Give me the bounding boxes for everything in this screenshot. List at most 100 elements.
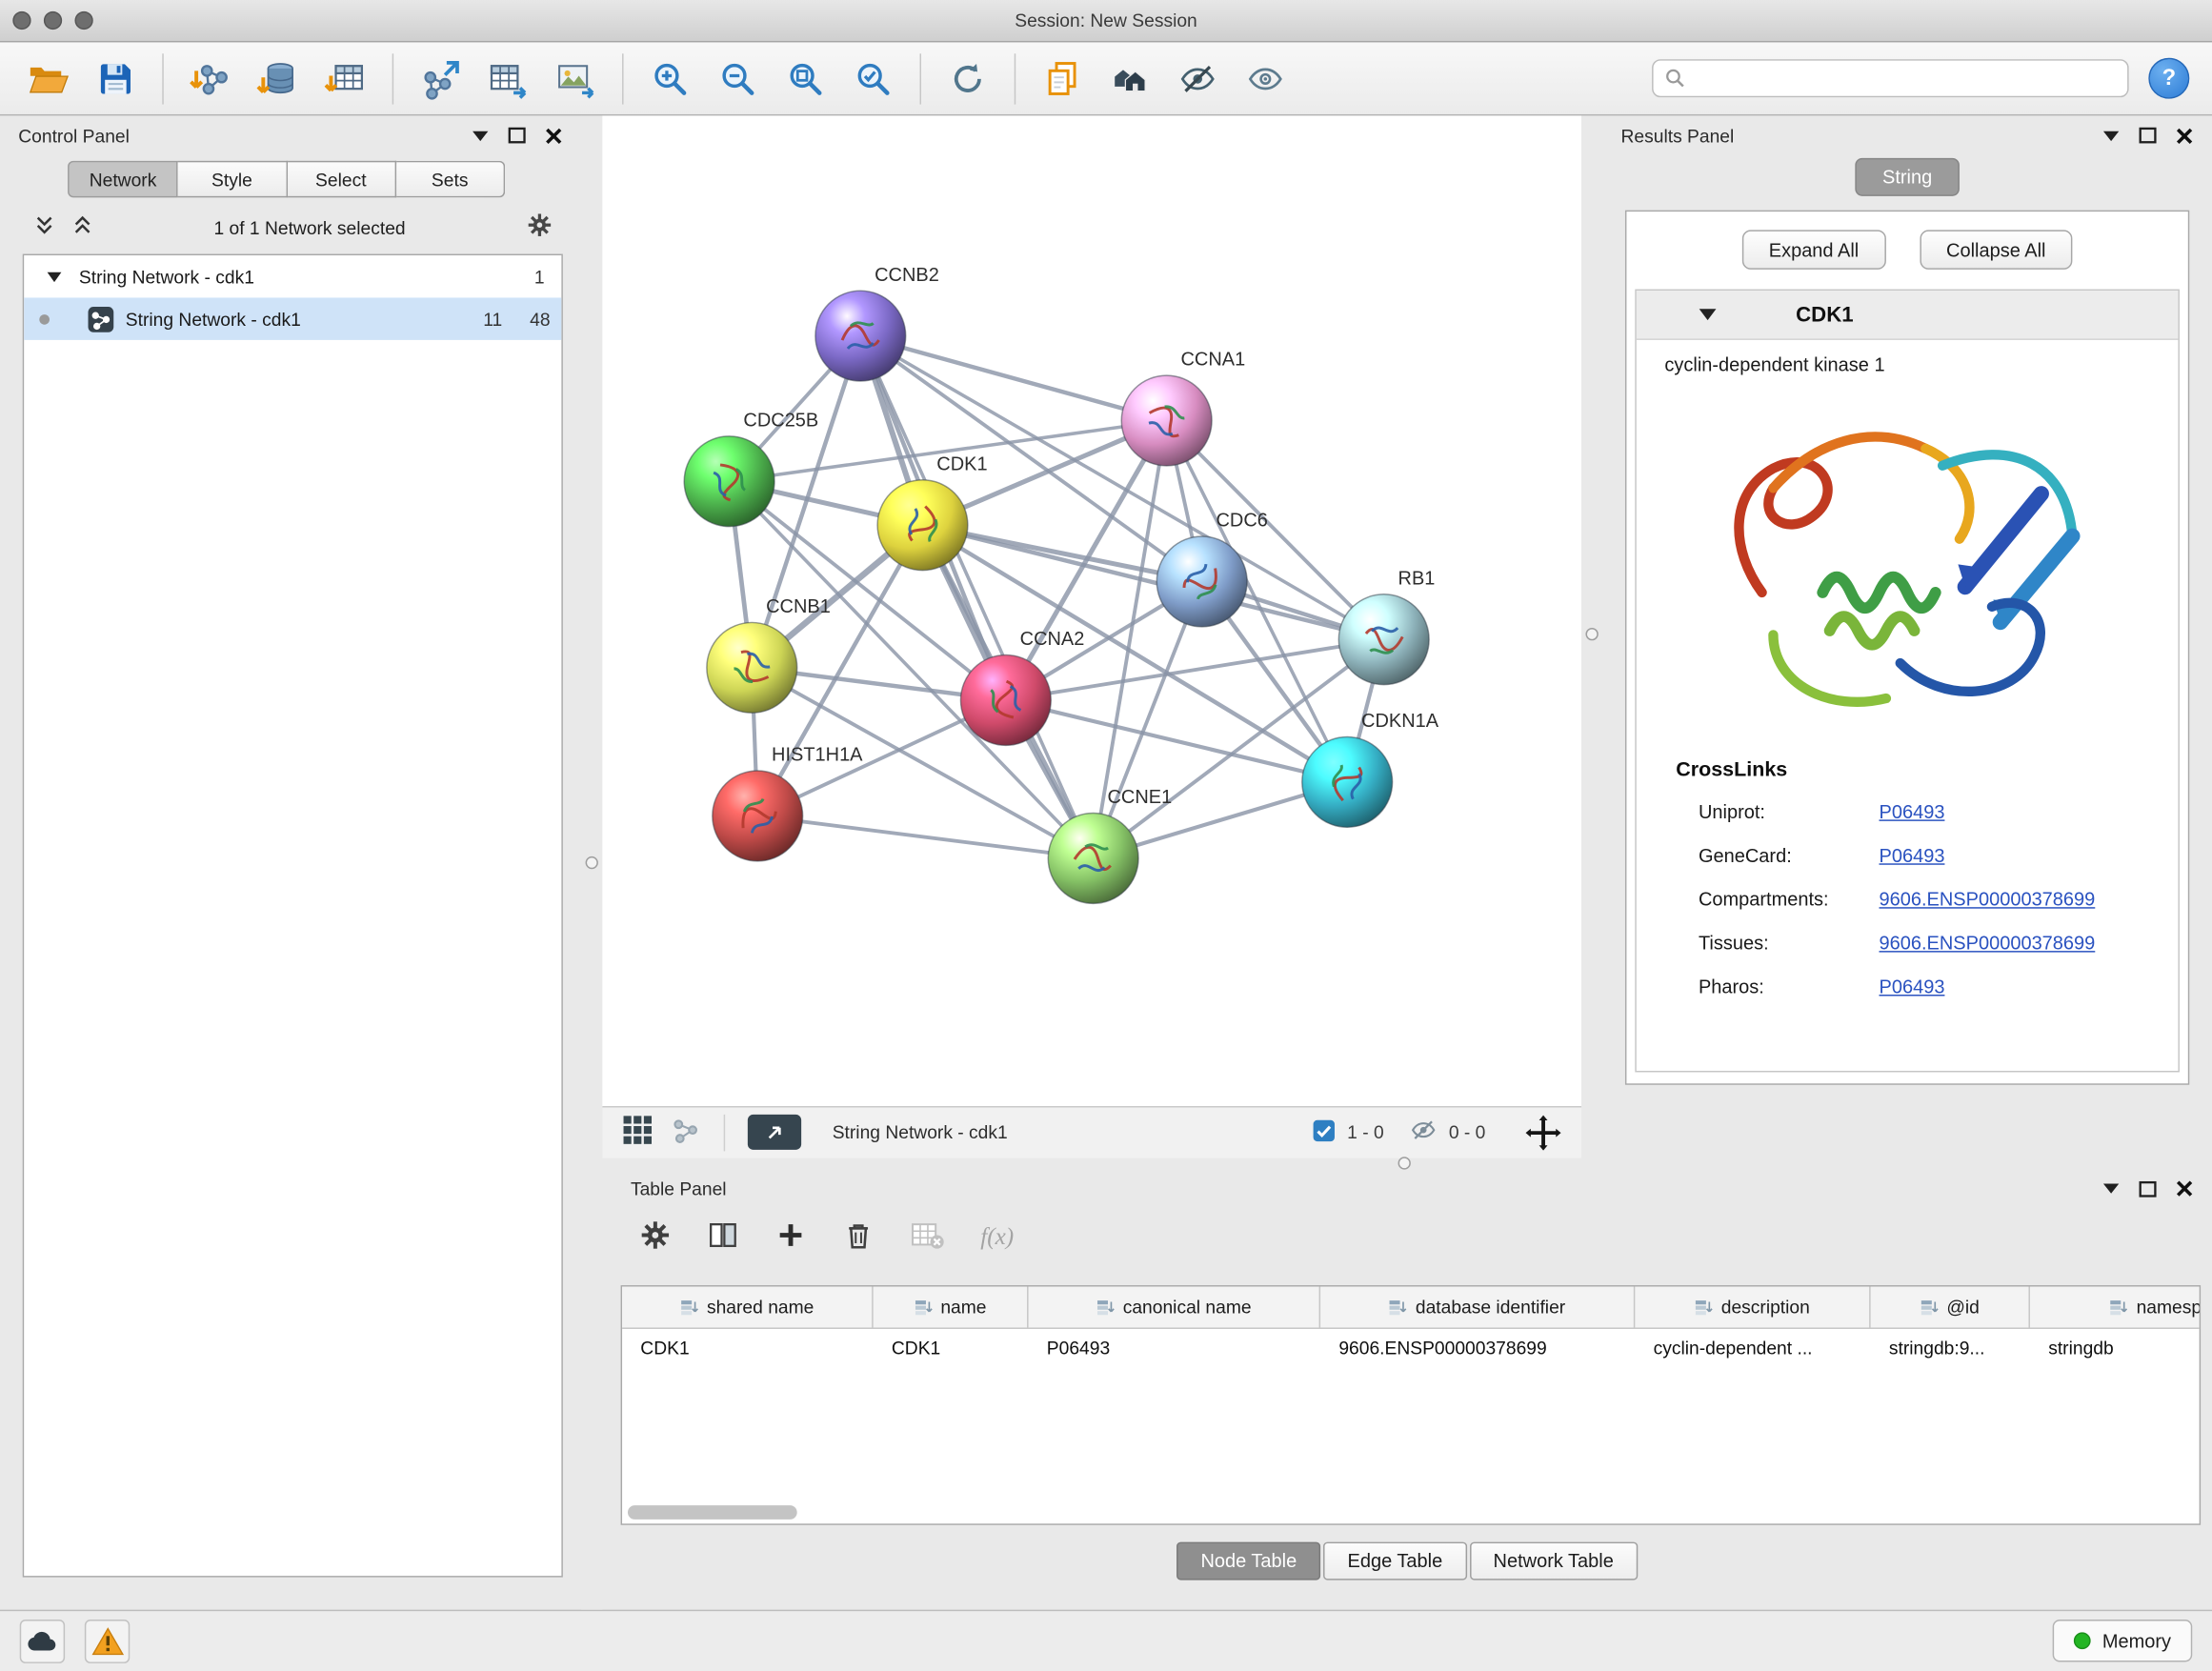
network-collection-row[interactable]: String Network - cdk1 1 bbox=[24, 255, 561, 297]
network-options-gear-icon[interactable] bbox=[526, 211, 553, 243]
network-node[interactable] bbox=[707, 622, 797, 713]
results-tab-string[interactable]: String bbox=[1856, 158, 1960, 196]
show-columns-icon[interactable] bbox=[707, 1218, 739, 1256]
string-view-icon[interactable] bbox=[670, 1115, 701, 1150]
network-node[interactable] bbox=[1048, 813, 1138, 903]
gene-section-header[interactable]: CDK1 bbox=[1637, 291, 2179, 340]
hidden-eye-icon[interactable] bbox=[1409, 1117, 1438, 1147]
disclosure-triangle-icon[interactable] bbox=[1699, 304, 1717, 325]
grid-view-icon[interactable] bbox=[622, 1115, 654, 1150]
network-node[interactable] bbox=[713, 771, 803, 861]
zoom-out-button[interactable] bbox=[713, 50, 763, 107]
crosslink-link[interactable]: 9606.ENSP00000378699 bbox=[1880, 889, 2096, 910]
horizontal-scrollbar-thumb[interactable] bbox=[628, 1504, 797, 1519]
crosslink-link[interactable]: 9606.ENSP00000378699 bbox=[1880, 933, 2096, 954]
crosslink-link[interactable]: P06493 bbox=[1880, 976, 1945, 997]
create-column-icon[interactable] bbox=[774, 1218, 807, 1256]
splitter-handle[interactable] bbox=[1398, 1157, 1411, 1169]
tab-edge-table[interactable]: Edge Table bbox=[1323, 1541, 1466, 1580]
splitter-handle[interactable] bbox=[586, 856, 598, 869]
network-node[interactable] bbox=[815, 291, 906, 381]
cell-description[interactable]: cyclin-dependent ... bbox=[1635, 1338, 1870, 1359]
collapse-all-icon[interactable] bbox=[34, 214, 55, 240]
cell-database-identifier[interactable]: 9606.ENSP00000378699 bbox=[1320, 1338, 1635, 1359]
delete-column-icon[interactable] bbox=[842, 1218, 875, 1256]
close-panel-icon[interactable] bbox=[2175, 127, 2193, 145]
cell-name[interactable]: CDK1 bbox=[874, 1338, 1029, 1359]
network-node[interactable] bbox=[960, 655, 1051, 746]
close-panel-icon[interactable] bbox=[2175, 1179, 2193, 1198]
cell-canonical-name[interactable]: P06493 bbox=[1029, 1338, 1321, 1359]
disclosure-triangle-icon[interactable] bbox=[47, 266, 62, 287]
tab-style[interactable]: Style bbox=[178, 161, 287, 198]
float-panel-icon[interactable] bbox=[2139, 1180, 2157, 1198]
column-header[interactable]: name bbox=[874, 1286, 1029, 1327]
horizontal-splitter[interactable] bbox=[602, 1158, 2212, 1169]
network-row[interactable]: String Network - cdk1 11 48 bbox=[24, 297, 561, 339]
panel-menu-icon[interactable] bbox=[2101, 129, 2120, 141]
home-button[interactable] bbox=[1105, 50, 1156, 107]
function-builder-button[interactable]: f(x) bbox=[980, 1222, 1014, 1251]
left-splitter[interactable] bbox=[581, 115, 602, 1608]
help-button[interactable]: ? bbox=[2148, 58, 2189, 99]
cell-id[interactable]: stringdb:9... bbox=[1871, 1338, 2030, 1359]
tab-node-table[interactable]: Node Table bbox=[1176, 1541, 1320, 1580]
memory-button[interactable]: Memory bbox=[2053, 1620, 2192, 1661]
network-node[interactable] bbox=[684, 436, 774, 527]
expand-all-icon[interactable] bbox=[72, 214, 93, 240]
network-node[interactable] bbox=[1156, 536, 1247, 627]
expand-all-button[interactable]: Expand All bbox=[1742, 230, 1886, 269]
export-table-button[interactable] bbox=[482, 50, 533, 107]
cell-shared-name[interactable]: CDK1 bbox=[622, 1338, 874, 1359]
column-header[interactable]: @id bbox=[1871, 1286, 2030, 1327]
network-edge[interactable] bbox=[860, 336, 1093, 858]
show-annotations-button[interactable] bbox=[1240, 50, 1291, 107]
panel-menu-icon[interactable] bbox=[2101, 1182, 2120, 1195]
close-panel-icon[interactable] bbox=[545, 127, 563, 145]
hide-annotations-button[interactable] bbox=[1173, 50, 1223, 107]
float-panel-icon[interactable] bbox=[508, 127, 526, 144]
search-input[interactable] bbox=[1695, 68, 2117, 89]
column-header[interactable]: shared name bbox=[622, 1286, 874, 1327]
import-table-from-file-button[interactable] bbox=[320, 50, 371, 107]
table-options-gear-icon[interactable] bbox=[639, 1218, 672, 1256]
splitter-handle[interactable] bbox=[1585, 628, 1598, 640]
float-panel-icon[interactable] bbox=[2139, 127, 2157, 144]
birdseye-toggle-button[interactable] bbox=[748, 1115, 801, 1150]
task-warning-button[interactable] bbox=[85, 1619, 130, 1662]
pan-crosshair-icon[interactable] bbox=[1525, 1114, 1562, 1151]
tab-network-table[interactable]: Network Table bbox=[1469, 1541, 1638, 1580]
cell-namespace[interactable]: stringdb bbox=[2030, 1338, 2201, 1359]
network-edge[interactable] bbox=[757, 815, 1093, 857]
tab-select[interactable]: Select bbox=[287, 161, 395, 198]
table-row[interactable]: CDK1 CDK1 P06493 9606.ENSP00000378699 cy… bbox=[622, 1328, 2200, 1367]
column-header[interactable]: database identifier bbox=[1320, 1286, 1635, 1327]
import-network-from-database-button[interactable] bbox=[252, 50, 303, 107]
import-network-from-file-button[interactable] bbox=[185, 50, 235, 107]
fit-selected-button[interactable] bbox=[848, 50, 898, 107]
right-splitter[interactable] bbox=[1581, 115, 1602, 1158]
column-header[interactable]: canonical name bbox=[1029, 1286, 1321, 1327]
refresh-button[interactable] bbox=[942, 50, 993, 107]
tab-network[interactable]: Network bbox=[68, 161, 178, 198]
network-graph[interactable]: CCNB2CCNA1CDC25BCDK1CDC6RB1CCNB1CCNA2CDK… bbox=[602, 115, 1581, 1105]
copy-document-button[interactable] bbox=[1036, 50, 1087, 107]
cloud-status-button[interactable] bbox=[20, 1619, 65, 1662]
panel-menu-icon[interactable] bbox=[472, 129, 490, 141]
crosslink-link[interactable]: P06493 bbox=[1880, 801, 1945, 822]
network-edge[interactable] bbox=[922, 525, 1383, 639]
toolbar-search[interactable] bbox=[1652, 59, 2129, 97]
collapse-all-button[interactable]: Collapse All bbox=[1920, 230, 2073, 269]
zoom-in-button[interactable] bbox=[645, 50, 695, 107]
open-session-button[interactable] bbox=[23, 50, 73, 107]
crosslink-link[interactable]: P06493 bbox=[1880, 845, 1945, 866]
network-node[interactable] bbox=[1302, 736, 1393, 827]
column-header[interactable]: description bbox=[1635, 1286, 1870, 1327]
export-network-button[interactable] bbox=[414, 50, 465, 107]
save-session-button[interactable] bbox=[90, 50, 141, 107]
column-header[interactable]: namespace bbox=[2030, 1286, 2201, 1327]
network-edge[interactable] bbox=[860, 336, 1166, 421]
export-image-button[interactable] bbox=[551, 50, 601, 107]
network-node[interactable] bbox=[1338, 594, 1429, 685]
fit-content-button[interactable] bbox=[780, 50, 831, 107]
